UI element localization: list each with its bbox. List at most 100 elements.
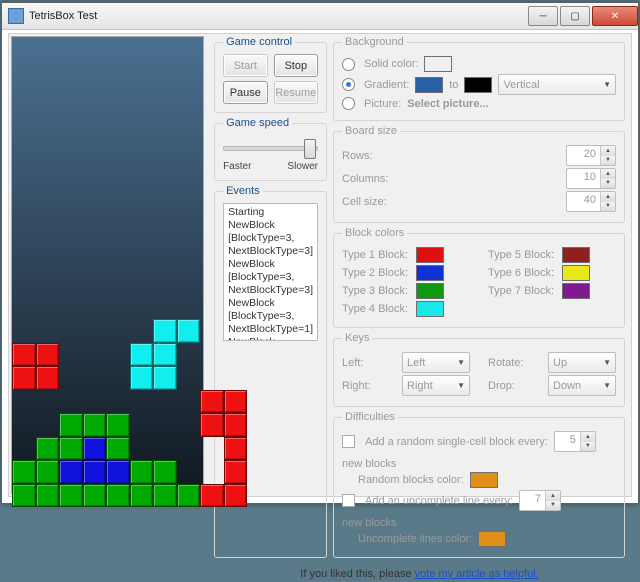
block-colors-group: Block colors Type 1 Block:Type 2 Block:T… bbox=[333, 227, 625, 328]
cell-spinner[interactable]: 40▲▼ bbox=[566, 191, 616, 212]
block-cell bbox=[36, 437, 60, 461]
block-cell bbox=[177, 484, 201, 508]
single-spinner[interactable]: 5▲▼ bbox=[554, 431, 596, 452]
block-color-swatch[interactable] bbox=[562, 283, 590, 299]
drop-select[interactable]: Down▼ bbox=[548, 375, 616, 396]
block-color-label: Type 2 Block: bbox=[342, 267, 416, 279]
uncomplete-label: Add an uncomplete line every: bbox=[365, 495, 513, 507]
board-size-legend: Board size bbox=[342, 125, 400, 137]
solid-swatch[interactable] bbox=[424, 56, 452, 72]
speed-slider[interactable] bbox=[223, 137, 318, 157]
block-cell bbox=[83, 413, 107, 437]
block-cell bbox=[59, 413, 83, 437]
stop-button[interactable]: Stop bbox=[274, 54, 318, 77]
block-cell bbox=[177, 319, 201, 343]
minimize-button[interactable]: ─ bbox=[528, 6, 558, 26]
up-icon[interactable]: ▲ bbox=[581, 432, 595, 442]
block-color-swatch[interactable] bbox=[562, 265, 590, 281]
unc-color-swatch[interactable] bbox=[478, 531, 506, 547]
right-select[interactable]: Right▼ bbox=[402, 375, 470, 396]
down-icon[interactable]: ▼ bbox=[601, 156, 615, 166]
rotate-label: Rotate: bbox=[488, 357, 548, 369]
pause-button[interactable]: Pause bbox=[223, 81, 267, 104]
block-cell bbox=[36, 484, 60, 508]
single-check[interactable] bbox=[342, 435, 355, 448]
block-cell bbox=[224, 484, 248, 508]
game-board[interactable] bbox=[11, 36, 204, 494]
down-icon[interactable]: ▼ bbox=[601, 179, 615, 189]
maximize-button[interactable]: ▢ bbox=[560, 6, 590, 26]
game-speed-group: Game speed Faster Slower bbox=[214, 117, 327, 181]
single-label: Add a random single-cell block every: bbox=[365, 436, 548, 448]
footer-link[interactable]: vote my article as helpful. bbox=[415, 568, 539, 580]
block-color-swatch[interactable] bbox=[416, 283, 444, 299]
block-color-swatch[interactable] bbox=[562, 247, 590, 263]
cols-spinner[interactable]: 10▲▼ bbox=[566, 168, 616, 189]
chevron-down-icon: ▼ bbox=[457, 358, 465, 367]
event-line: NewBlock [BlockType=1, NextBlockType=2] bbox=[228, 336, 313, 341]
block-cell bbox=[106, 413, 130, 437]
resume-button[interactable]: Resume bbox=[274, 81, 318, 104]
picture-radio[interactable] bbox=[342, 97, 355, 110]
close-button[interactable]: ✕ bbox=[592, 6, 638, 26]
down-icon[interactable]: ▼ bbox=[581, 442, 595, 452]
up-icon[interactable]: ▲ bbox=[601, 192, 615, 202]
gradient-swatch-2[interactable] bbox=[464, 77, 492, 93]
block-color-row: Type 7 Block: bbox=[488, 283, 616, 299]
orient-value: Vertical bbox=[503, 79, 539, 91]
block-color-swatch[interactable] bbox=[416, 247, 444, 263]
slower-label: Slower bbox=[287, 161, 318, 172]
solid-radio[interactable] bbox=[342, 58, 355, 71]
block-cell bbox=[153, 319, 177, 343]
rand-color-swatch[interactable] bbox=[470, 472, 498, 488]
right-value: Right bbox=[407, 380, 433, 392]
orient-select[interactable]: Vertical▼ bbox=[498, 74, 616, 95]
uncomplete-spinner[interactable]: 7▲▼ bbox=[519, 490, 561, 511]
chevron-down-icon: ▼ bbox=[603, 381, 611, 390]
window-title: TetrisBox Test bbox=[29, 10, 526, 22]
block-cell bbox=[130, 460, 154, 484]
keys-legend: Keys bbox=[342, 332, 372, 344]
up-icon[interactable]: ▲ bbox=[546, 491, 560, 501]
board-size-group: Board size Rows:20▲▼ Columns:10▲▼ Cell s… bbox=[333, 125, 625, 223]
down-icon[interactable]: ▼ bbox=[601, 202, 615, 212]
events-list[interactable]: StartingNewBlock [BlockType=3, NextBlock… bbox=[223, 203, 318, 341]
block-cell bbox=[106, 460, 130, 484]
up-icon[interactable]: ▲ bbox=[601, 169, 615, 179]
block-cell bbox=[83, 460, 107, 484]
rows-spinner[interactable]: 20▲▼ bbox=[566, 145, 616, 166]
block-cell bbox=[12, 460, 36, 484]
block-color-label: Type 1 Block: bbox=[342, 249, 416, 261]
keys-group: Keys Left:Left▼ Right:Right▼ Rotate:Up▼ … bbox=[333, 332, 625, 407]
down-icon[interactable]: ▼ bbox=[546, 501, 560, 511]
block-cell bbox=[153, 460, 177, 484]
events-legend: Events bbox=[223, 185, 263, 197]
background-legend: Background bbox=[342, 36, 407, 48]
gradient-swatch-1[interactable] bbox=[415, 77, 443, 93]
left-select[interactable]: Left▼ bbox=[402, 352, 470, 373]
game-control-group: Game control Start Stop Pause Resume bbox=[214, 36, 327, 113]
rotate-select[interactable]: Up ▼ bbox=[548, 352, 616, 373]
block-color-label: Type 5 Block: bbox=[488, 249, 562, 261]
chevron-down-icon: ▼ bbox=[603, 358, 611, 367]
faster-label: Faster bbox=[223, 161, 251, 172]
slider-thumb[interactable] bbox=[304, 139, 316, 159]
block-cell bbox=[153, 343, 177, 367]
left-label: Left: bbox=[342, 357, 402, 369]
titlebar[interactable]: TetrisBox Test ─ ▢ ✕ bbox=[2, 3, 638, 30]
block-color-swatch[interactable] bbox=[416, 301, 444, 317]
gradient-radio[interactable] bbox=[342, 78, 355, 91]
client-area: Game control Start Stop Pause Resume Gam… bbox=[8, 33, 632, 497]
game-speed-legend: Game speed bbox=[223, 117, 292, 129]
rotate-value: Up bbox=[553, 357, 567, 369]
up-icon[interactable]: ▲ bbox=[601, 146, 615, 156]
single-value: 5 bbox=[555, 432, 580, 451]
block-color-row: Type 5 Block: bbox=[488, 247, 616, 263]
block-color-swatch[interactable] bbox=[416, 265, 444, 281]
cell-value: 40 bbox=[567, 192, 600, 211]
uncomplete-check[interactable] bbox=[342, 494, 355, 507]
start-button[interactable]: Start bbox=[223, 54, 267, 77]
block-cell bbox=[59, 484, 83, 508]
select-picture-link[interactable]: Select picture... bbox=[407, 98, 488, 110]
gradient-label: Gradient: bbox=[364, 79, 409, 91]
